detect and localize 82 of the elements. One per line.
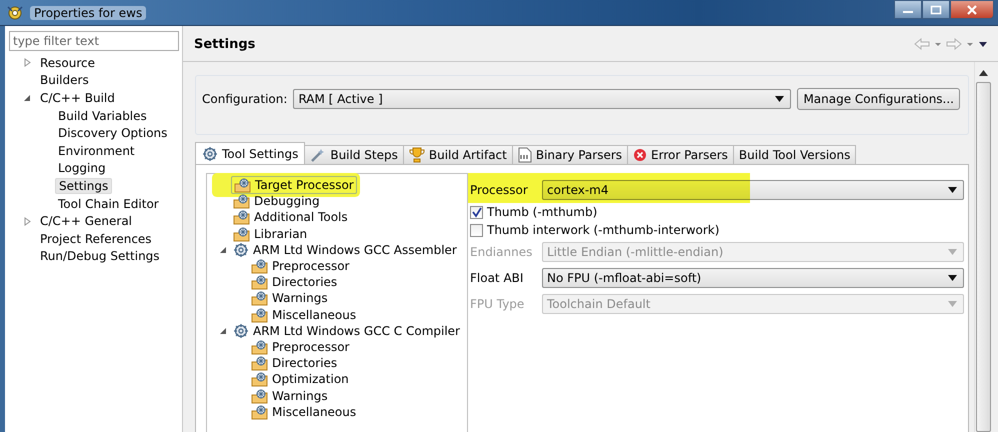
tree-item[interactable]: Settings <box>55 178 112 194</box>
folder-gear-icon <box>251 388 268 404</box>
maximize-button[interactable] <box>922 0 950 19</box>
folder-gear-icon <box>233 193 250 210</box>
tree-item[interactable]: Run/Debug Settings <box>37 249 163 264</box>
tree-item[interactable]: Build Variables <box>55 108 150 123</box>
tree-item[interactable]: Debugging <box>231 193 322 210</box>
tree-item[interactable]: ARM Ltd Windows GCC C Compiler <box>231 322 462 339</box>
tree-item[interactable]: Optimization <box>249 371 351 388</box>
tree-item[interactable]: Logging <box>55 161 109 176</box>
tree-item[interactable]: C/C++ General <box>37 214 136 228</box>
option-label: Float ABI <box>470 271 524 285</box>
dropdown-icon <box>948 249 957 255</box>
folder-gear-icon <box>251 290 268 306</box>
dropdown[interactable]: No FPU (-mfloat-abi=soft) <box>542 268 964 288</box>
folder-gear-icon <box>233 209 250 226</box>
tree-item[interactable]: Preprocessor <box>249 338 352 355</box>
folder-gear-icon <box>251 274 268 290</box>
dropdown-icon <box>948 187 957 193</box>
back-arrow-icon <box>914 38 930 50</box>
tree-item[interactable]: Project References <box>37 232 155 246</box>
tree-item[interactable]: Discovery Options <box>55 126 170 140</box>
scrollbar[interactable] <box>974 62 992 432</box>
option-label: Processor <box>470 183 529 197</box>
scroll-up-icon <box>979 70 988 76</box>
folder-gear-icon <box>251 258 268 274</box>
folder-gear-icon <box>234 177 251 194</box>
manage-configurations-button[interactable]: Manage Configurations... <box>797 88 960 110</box>
filter-field[interactable]: type filter text <box>9 31 179 51</box>
tree-item[interactable]: Resource <box>37 56 98 70</box>
tree-item[interactable]: Preprocessor <box>249 258 352 274</box>
checkbox[interactable] <box>470 224 483 236</box>
folder-gear-icon <box>251 404 268 420</box>
tab[interactable]: Tool Settings <box>195 142 306 164</box>
gear-icon <box>202 146 218 162</box>
close-button[interactable] <box>950 0 994 19</box>
checkbox[interactable] <box>470 206 483 218</box>
tree-item[interactable]: Warnings <box>249 388 330 404</box>
close-icon <box>966 4 978 14</box>
dropdown-icon <box>948 301 957 307</box>
tree-item[interactable]: Miscellaneous <box>249 404 358 420</box>
tree-item[interactable]: Directories <box>249 274 340 290</box>
dropdown-icon <box>775 96 784 102</box>
dropdown-icon <box>948 275 957 281</box>
tree-item[interactable]: Miscellaneous <box>249 306 358 323</box>
tree-item[interactable]: C/C++ Build <box>37 90 118 105</box>
folder-gear-icon <box>233 226 250 242</box>
tab[interactable]: Binary Parsers <box>512 145 628 164</box>
scroll-thumb[interactable] <box>976 82 991 432</box>
tab[interactable]: Build Steps <box>304 145 404 164</box>
error-icon <box>633 148 648 162</box>
tree-item[interactable]: Tool Chain Editor <box>55 196 162 211</box>
maximize-icon <box>930 4 942 14</box>
configuration-label: Configuration: <box>202 92 288 106</box>
forward-arrow-icon <box>946 38 962 50</box>
tree-item[interactable]: Additional Tools <box>231 209 350 226</box>
option-label: FPU Type <box>470 297 526 311</box>
folder-gear-icon <box>251 306 268 323</box>
tab[interactable]: Build Artifact <box>402 145 513 164</box>
folder-gear-icon <box>251 355 268 372</box>
page-title: Settings <box>194 36 256 52</box>
wand-icon <box>310 147 326 163</box>
configuration-dropdown[interactable]: RAM [ Active ] <box>293 89 792 109</box>
tab[interactable]: Error Parsers <box>627 145 734 164</box>
tree-item[interactable]: ARM Ltd Windows GCC Assembler <box>231 242 459 258</box>
app-icon <box>6 4 24 20</box>
folder-gear-icon <box>251 338 268 355</box>
folder-gear-icon <box>251 371 268 388</box>
checkbox-label: Thumb interwork (-mthumb-interwork) <box>487 223 720 237</box>
tree-item[interactable]: Builders <box>37 73 92 88</box>
tree-item[interactable]: Environment <box>55 144 138 158</box>
tree-item[interactable]: Directories <box>249 355 340 372</box>
gear-icon <box>233 322 249 339</box>
tree-item[interactable]: Warnings <box>249 290 330 306</box>
checkbox-label: Thumb (-mthumb) <box>487 205 598 219</box>
trophy-icon <box>408 147 425 163</box>
tree-item[interactable]: Librarian <box>231 226 310 242</box>
tab[interactable]: Build Tool Versions <box>732 145 856 164</box>
option-label: Endiannes <box>470 245 534 259</box>
window-title: Properties for ews <box>30 6 146 20</box>
minimize-button[interactable] <box>894 0 922 19</box>
gear-icon <box>233 242 249 258</box>
